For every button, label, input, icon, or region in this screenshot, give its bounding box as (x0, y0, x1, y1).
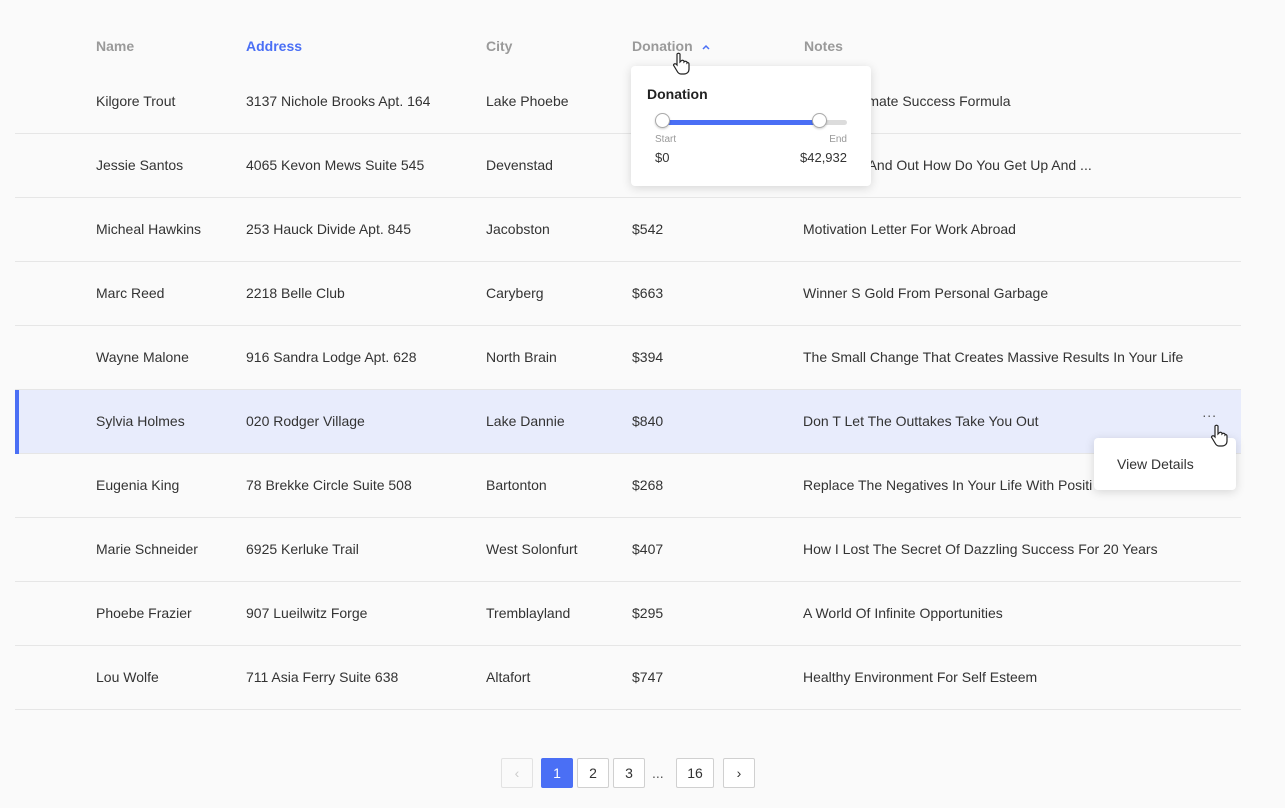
cell-address: 020 Rodger Village (246, 413, 365, 429)
hand-pointer-icon (673, 52, 690, 75)
cell-city: Lake Dannie (486, 413, 565, 429)
column-header-city[interactable]: City (486, 38, 512, 54)
cell-city: Jacobston (486, 221, 550, 237)
next-page-button[interactable]: › (723, 758, 755, 788)
view-details-menu-item[interactable]: View Details (1117, 456, 1194, 472)
table-row[interactable]: Micheal Hawkins 253 Hauck Divide Apt. 845… (15, 198, 1241, 262)
cell-city: Altafort (486, 669, 531, 685)
cell-notes: Winner S Gold From Personal Garbage (803, 285, 1049, 301)
page-3-button[interactable]: 3 (613, 758, 645, 788)
cell-notes: A World Of Infinite Opportunities (803, 605, 1003, 621)
more-actions-icon[interactable]: ... (1202, 404, 1217, 420)
cell-name: Sylvia Holmes (96, 413, 185, 429)
range-end-handle[interactable] (812, 113, 828, 128)
range-end-label: End (829, 134, 847, 145)
cell-name: Marc Reed (96, 285, 165, 301)
cell-city: Caryberg (486, 285, 544, 301)
cell-donation: $268 (632, 477, 664, 493)
cell-address: 3137 Nichole Brooks Apt. 164 (246, 93, 431, 109)
table-row[interactable]: Lou Wolfe 711 Asia Ferry Suite 638 Altafor… (15, 646, 1241, 710)
cell-donation: $747 (632, 669, 664, 685)
cell-address: 916 Sandra Lodge Apt. 628 (246, 349, 417, 365)
cell-donation: $663 (632, 285, 664, 301)
cell-notes: How I Lost The Secret Of Dazzling Succes… (803, 541, 1158, 557)
cell-name: Wayne Malone (96, 349, 189, 365)
cell-address: 78 Brekke Circle Suite 508 (246, 477, 412, 493)
donation-filter-popover: Donation Start End $0 $42,932 (631, 66, 871, 186)
pagination: ‹ 1 2 3 ... 16 › (0, 758, 1285, 790)
cell-city: Tremblayland (486, 605, 571, 621)
cell-donation: $542 (632, 221, 664, 237)
cell-donation: $840 (632, 413, 664, 429)
cell-address: 6925 Kerluke Trail (246, 541, 359, 557)
cell-address: 253 Hauck Divide Apt. 845 (246, 221, 411, 237)
cell-address: 907 Lueilwitz Forge (246, 605, 368, 621)
page-1-button[interactable]: 1 (541, 758, 573, 788)
range-start-label: Start (655, 134, 677, 145)
cell-name: Lou Wolfe (96, 669, 159, 685)
column-header-notes[interactable]: Notes (804, 38, 843, 54)
cell-name: Phoebe Frazier (96, 605, 192, 621)
cell-notes: Motivation Letter For Work Abroad (803, 221, 1016, 237)
column-header-name[interactable]: Name (96, 38, 134, 54)
cell-notes: Healthy Environment For Self Esteem (803, 669, 1038, 685)
table-row[interactable]: Kilgore Trout 3137 Nichole Brooks Apt. 16… (15, 70, 1241, 134)
cell-notes: Don T Let The Outtakes Take You Out (803, 413, 1039, 429)
column-header-address[interactable]: Address (246, 38, 302, 54)
cell-city: West Solonfurt (486, 541, 578, 557)
cell-name: Micheal Hawkins (96, 221, 202, 237)
hand-pointer-icon (1211, 424, 1228, 447)
table-row[interactable]: Marie Schneider 6925 Kerluke Trail West So… (15, 518, 1241, 582)
chevron-up-icon[interactable] (702, 37, 710, 53)
table-row[interactable]: Phoebe Frazier 907 Lueilwitz Forge Trembla… (15, 582, 1241, 646)
page-16-button[interactable]: 16 (676, 758, 714, 788)
cell-name: Kilgore Trout (96, 93, 176, 109)
pagination-ellipsis: ... (652, 765, 664, 781)
cell-city: Devenstad (486, 157, 553, 173)
cell-address: 711 Asia Ferry Suite 638 (246, 669, 399, 685)
cell-name: Jessie Santos (96, 157, 184, 173)
table-header: Name Address City Donation Notes (0, 0, 1285, 70)
prev-page-button[interactable]: ‹ (501, 758, 533, 788)
range-start-handle[interactable] (655, 113, 670, 128)
cell-name: Eugenia King (96, 477, 180, 493)
cell-city: Lake Phoebe (486, 93, 569, 109)
table-row[interactable]: Jessie Santos 4065 Kevon Mews Suite 545 De… (15, 134, 1241, 198)
table-row[interactable]: Marc Reed 2218 Belle Club Caryberg $663 Winn… (15, 262, 1241, 326)
cell-notes: The Small Change That Creates Massive Re… (803, 349, 1184, 365)
table-row[interactable]: Wayne Malone 916 Sandra Lodge Apt. 628 Nor… (15, 326, 1241, 390)
page-2-button[interactable]: 2 (577, 758, 609, 788)
range-end-value: $42,932 (800, 150, 847, 165)
table-row[interactable]: Eugenia King 78 Brekke Circle Suite 508 Ba… (15, 454, 1241, 518)
cell-address: 2218 Belle Club (246, 285, 345, 301)
range-start-value: $0 (655, 150, 670, 165)
cell-city: Bartonton (486, 477, 547, 493)
donation-range-fill (662, 120, 820, 125)
cell-donation: $295 (632, 605, 664, 621)
cell-name: Marie Schneider (96, 541, 198, 557)
cell-donation: $394 (632, 349, 664, 365)
cell-address: 4065 Kevon Mews Suite 545 (246, 157, 425, 173)
cell-donation: $407 (632, 541, 664, 557)
cell-city: North Brain (486, 349, 557, 365)
table-row[interactable]: Sylvia Holmes 020 Rodger Village Lake Dann… (15, 390, 1241, 454)
donation-filter-title: Donation (647, 86, 708, 102)
